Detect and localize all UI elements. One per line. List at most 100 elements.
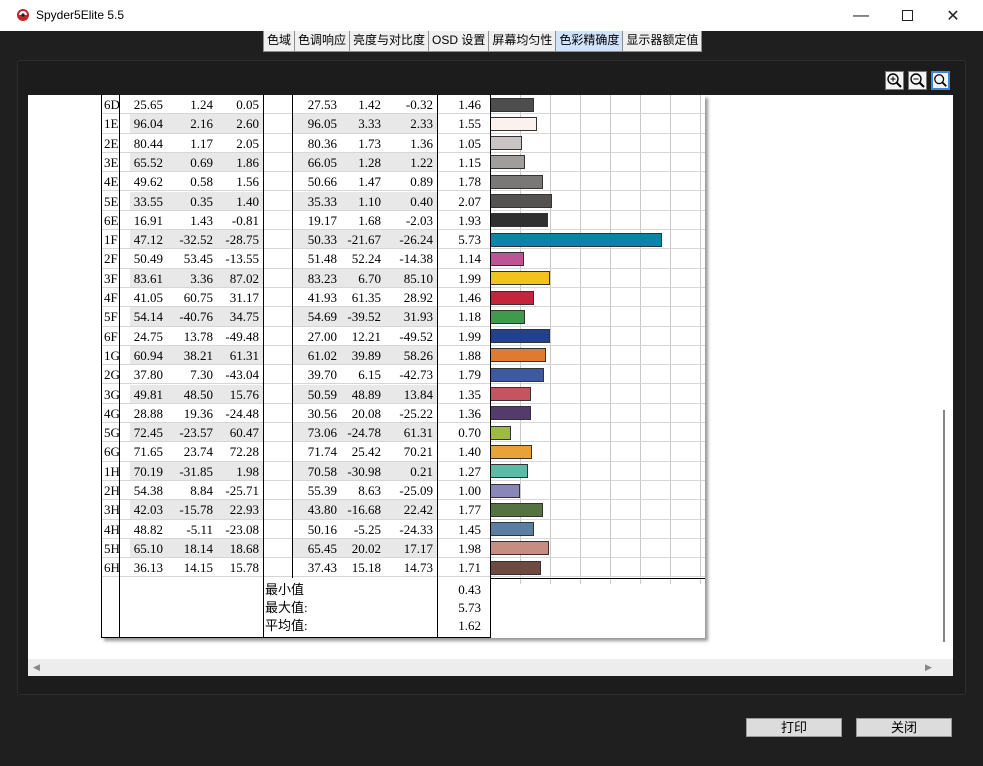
delta-e: 1.27 xyxy=(458,463,481,479)
measured-l: 96.04 xyxy=(133,116,163,132)
tab-osd-settings[interactable]: OSD 设置 xyxy=(428,31,490,52)
target-b: 1.36 xyxy=(410,135,433,151)
measured-a: 18.14 xyxy=(183,540,213,556)
delta-e-bar xyxy=(490,348,547,363)
print-button[interactable]: 打印 xyxy=(746,718,842,737)
measured-a: 7.30 xyxy=(190,367,213,383)
delta-e-bar xyxy=(490,464,529,479)
delta-e: 1.14 xyxy=(458,251,481,267)
table-row: 4F 41.05 60.75 31.17 41.93 61.35 28.92 1.46 xyxy=(101,288,705,308)
delta-e: 1.18 xyxy=(458,309,481,325)
target-b: 31.93 xyxy=(403,309,433,325)
target-l: 50.59 xyxy=(307,386,337,402)
target-a: 3.33 xyxy=(358,116,381,132)
measured-b: -13.55 xyxy=(225,251,259,267)
horizontal-scrollbar[interactable] xyxy=(28,659,953,676)
target-l: 27.53 xyxy=(307,97,337,112)
measured-l: 48.82 xyxy=(133,521,163,537)
delta-e-bar xyxy=(490,387,531,401)
vertical-scroll-thumb[interactable] xyxy=(943,410,945,642)
target-l: 73.06 xyxy=(307,425,337,441)
patch-id: 3E xyxy=(104,154,119,170)
measured-l: 50.49 xyxy=(133,251,163,267)
target-a: 8.63 xyxy=(358,483,381,498)
target-a: -39.52 xyxy=(347,309,381,325)
spyder-app-icon xyxy=(17,9,29,21)
table-row: 4H 48.82 -5.11 -23.08 50.16 -5.25 -24.33 1.45 xyxy=(101,520,705,539)
patch-id: 1E xyxy=(104,116,119,132)
measured-b: 34.75 xyxy=(229,309,259,325)
delta-e: 5.73 xyxy=(458,232,481,248)
tab-color-accuracy[interactable]: 色彩精确度 xyxy=(555,31,624,52)
target-b: 85.10 xyxy=(403,270,433,286)
target-a: -21.67 xyxy=(347,232,381,248)
measured-a: -31.85 xyxy=(179,463,213,479)
minimize-button[interactable]: — xyxy=(838,0,884,31)
delta-e-bar xyxy=(490,522,534,537)
table-rule xyxy=(490,95,491,637)
table-row: 2F 50.49 53.45 -13.55 51.48 52.24 -14.38 1.14 xyxy=(101,249,705,269)
patch-id: 2H xyxy=(104,483,120,498)
measured-b: 15.76 xyxy=(229,386,259,402)
measured-b: 18.68 xyxy=(229,540,259,556)
measured-l: 54.38 xyxy=(133,483,163,498)
tab-brightness-contrast[interactable]: 亮度与对比度 xyxy=(349,31,430,52)
measured-a: 19.36 xyxy=(183,405,213,421)
measured-b: -24.48 xyxy=(225,405,259,421)
delta-e-bar xyxy=(490,194,553,208)
measured-b: -23.08 xyxy=(225,521,259,537)
target-l: 96.05 xyxy=(307,116,337,132)
measured-a: 13.78 xyxy=(183,328,213,344)
target-b: 58.26 xyxy=(403,347,433,363)
table-row: 5G 72.45 -23.57 60.47 73.06 -24.78 61.31 0.70 xyxy=(101,423,705,443)
target-a: -16.68 xyxy=(347,502,381,518)
summary-label: 最大值: xyxy=(265,599,308,615)
measured-b: 1.40 xyxy=(236,193,259,209)
summary-row: 最小值 0.43 xyxy=(101,581,705,599)
table-rule xyxy=(263,95,264,637)
target-b: -49.52 xyxy=(399,328,433,344)
measured-l: 42.03 xyxy=(133,502,163,518)
zoom-out-button[interactable] xyxy=(908,71,927,90)
measured-b: 1.56 xyxy=(236,174,259,190)
delta-e-bar xyxy=(490,560,542,575)
tab-gamut[interactable]: 色域 xyxy=(263,31,296,52)
scroll-right-arrow-icon[interactable]: ▶ xyxy=(925,662,932,673)
target-l: 27.00 xyxy=(307,328,337,344)
tab-tone-response[interactable]: 色调响应 xyxy=(294,31,351,52)
summary-value: 1.62 xyxy=(458,617,481,633)
close-button[interactable]: 关闭 xyxy=(856,718,952,737)
patch-id: 5E xyxy=(104,193,119,209)
measured-a: -15.78 xyxy=(179,502,213,518)
target-a: 1.73 xyxy=(358,135,381,151)
scroll-left-arrow-icon[interactable]: ◀ xyxy=(33,662,40,673)
close-window-button[interactable]: ✕ xyxy=(930,0,976,31)
measured-b: -25.71 xyxy=(225,483,259,498)
color-accuracy-report: 6D 25.65 1.24 0.05 27.53 1.42 -0.32 1.46 1E 96.04… xyxy=(101,95,705,638)
delta-e: 1.99 xyxy=(458,270,481,286)
summary-value: 5.73 xyxy=(458,599,481,615)
target-l: 30.56 xyxy=(307,405,337,421)
zoom-in-button[interactable] xyxy=(885,71,904,90)
vertical-scrollbar[interactable] xyxy=(938,95,953,659)
target-b: 28.92 xyxy=(403,290,433,305)
delta-e-bar xyxy=(490,232,662,247)
delta-e: 1.71 xyxy=(458,560,481,576)
table-row: 3H 42.03 -15.78 22.93 43.80 -16.68 22.42 1.77 xyxy=(101,500,705,520)
target-l: 65.45 xyxy=(307,540,337,556)
target-b: 0.89 xyxy=(410,174,433,190)
target-l: 61.02 xyxy=(307,347,337,363)
delta-e-bar xyxy=(490,309,526,324)
report-viewport: 6D 25.65 1.24 0.05 27.53 1.42 -0.32 1.46 1E 96.04… xyxy=(28,95,938,659)
zoom-fit-button[interactable] xyxy=(931,71,950,90)
measured-b: 1.98 xyxy=(236,463,259,479)
maximize-button[interactable] xyxy=(884,0,930,31)
table-row: 4G 28.88 19.36 -24.48 30.56 20.08 -25.22 1.36 xyxy=(101,404,705,424)
tab-screen-uniformity[interactable]: 屏幕均匀性 xyxy=(488,31,557,52)
measured-l: 37.80 xyxy=(133,367,163,383)
target-l: 70.58 xyxy=(307,463,337,479)
target-l: 83.23 xyxy=(307,270,337,286)
tab-display-rating[interactable]: 显示器额定值 xyxy=(622,31,703,52)
patch-id: 6G xyxy=(104,444,120,460)
delta-e: 1.99 xyxy=(458,328,481,344)
